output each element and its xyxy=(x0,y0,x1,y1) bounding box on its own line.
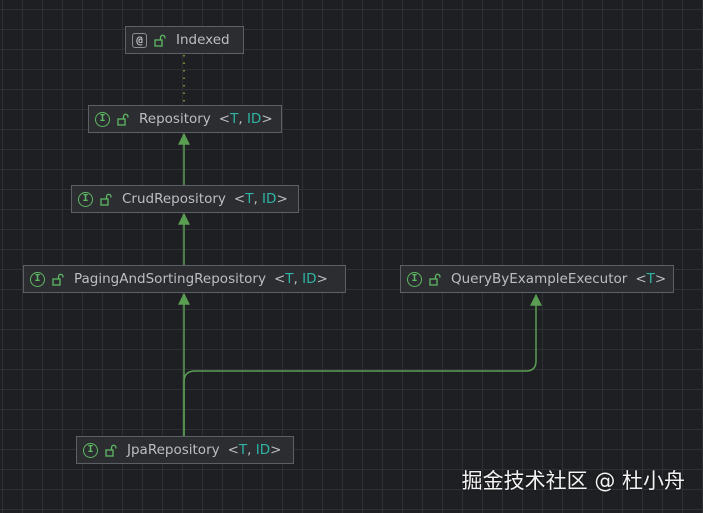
interface-icon: I xyxy=(30,271,45,287)
node-name: JpaRepository xyxy=(127,442,220,458)
type-params: <T, ID> xyxy=(227,442,282,458)
node-query-by-example-executor[interactable]: I QueryByExampleExecutor <T> xyxy=(400,265,674,293)
open-lock-icon xyxy=(100,193,112,206)
type-param: ID xyxy=(262,191,277,207)
type-params: <T, ID> xyxy=(218,111,273,127)
node-name: Repository xyxy=(139,111,211,127)
node-name: Indexed xyxy=(176,32,230,48)
open-lock-icon xyxy=(154,34,166,47)
type-params: <T, ID> xyxy=(273,271,328,287)
type-param: ID xyxy=(255,442,271,458)
type-param: T xyxy=(238,442,248,458)
node-paging-and-sorting-repository[interactable]: I PagingAndSortingRepository <T, ID> xyxy=(23,265,346,293)
open-lock-icon xyxy=(105,444,117,457)
node-repository[interactable]: I Repository <T, ID> xyxy=(88,105,282,133)
open-lock-icon xyxy=(429,273,441,286)
watermark: 掘金技术社区 @ 杜小舟 xyxy=(461,469,685,493)
node-name: CrudRepository xyxy=(122,191,226,207)
node-name: PagingAndSortingRepository xyxy=(74,271,266,287)
interface-icon: I xyxy=(95,111,110,127)
interface-icon: I xyxy=(83,442,98,458)
type-param: T xyxy=(646,271,655,287)
edge-jpa-qbe xyxy=(183,293,542,436)
annotation-icon: @ xyxy=(132,32,147,48)
node-crud-repository[interactable]: I CrudRepository <T, ID> xyxy=(71,185,299,213)
open-lock-icon xyxy=(52,273,64,286)
interface-icon: I xyxy=(407,271,422,287)
type-params: <T> xyxy=(635,271,667,287)
type-param: ID xyxy=(246,111,262,127)
open-lock-icon xyxy=(117,113,129,126)
node-jpa-repository[interactable]: I JpaRepository <T, ID> xyxy=(76,436,294,464)
type-param: ID xyxy=(302,271,317,287)
node-indexed[interactable]: @ Indexed xyxy=(125,26,244,54)
node-name: QueryByExampleExecutor xyxy=(451,271,628,287)
type-param: T xyxy=(285,271,294,287)
type-params: <T, ID> xyxy=(233,191,288,207)
interface-icon: I xyxy=(78,191,93,207)
